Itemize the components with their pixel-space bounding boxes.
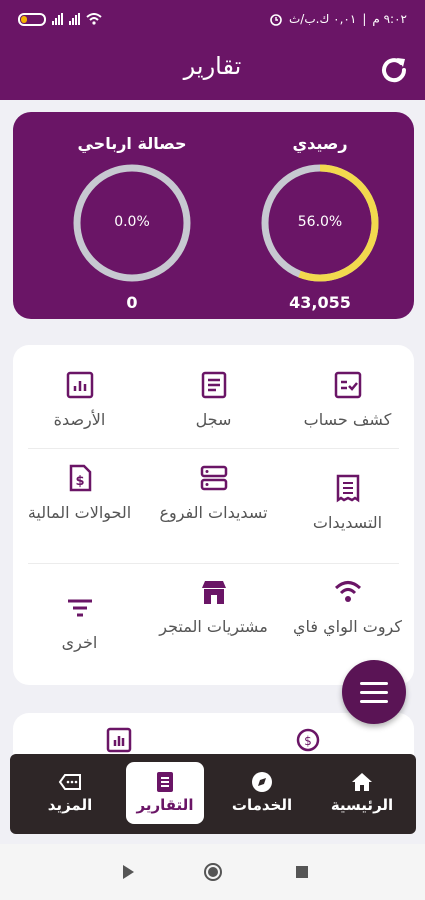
status-right: ٠,٠١ ك.ب/ث | ٩:٠٢ م — [269, 12, 407, 26]
chart-icon — [66, 371, 93, 399]
menu-item-label: اخرى — [61, 633, 98, 652]
menu-item-label: تسديدات الفروع — [159, 503, 268, 522]
profit-stat[interactable]: حصالة ارباحي 0.0% 0 — [57, 112, 207, 312]
app-bar: تقارير — [0, 38, 425, 100]
menu-item-label: كروت الواي فاي — [292, 617, 402, 636]
compass-icon — [252, 772, 272, 792]
nav-more-label: المزيد — [47, 796, 93, 814]
menu-item-payments[interactable]: التسديدات — [281, 473, 414, 533]
menu-item-money-transfers[interactable]: $ الحوالات المالية — [13, 463, 146, 523]
filter-icon — [67, 599, 92, 617]
nav-home[interactable]: الرئيسية — [318, 762, 406, 824]
profit-value: 0 — [126, 293, 138, 312]
balance-stat[interactable]: رصيدي 56.0% 43,055 — [245, 112, 395, 312]
menu-item-wifi-cards[interactable]: كروت الواي فاي — [281, 577, 414, 637]
server-icon — [200, 465, 227, 491]
balance-ring: 56.0% — [258, 161, 382, 285]
chart-icon — [106, 727, 132, 753]
row-divider — [28, 448, 399, 449]
checklist-icon — [334, 371, 361, 399]
menu-item-other[interactable]: اخرى — [13, 593, 146, 653]
signal-icon — [52, 13, 63, 25]
page-title: تقارير — [183, 52, 242, 80]
signal-icon — [69, 13, 80, 25]
svg-text:$: $ — [75, 474, 84, 489]
profit-label: حصالة ارباحي — [77, 134, 187, 153]
menu-item-store-purchases[interactable]: مشتريات المتجر — [147, 577, 280, 637]
nav-home-label: الرئيسية — [330, 796, 394, 814]
nav-services-label: الخدمات — [231, 796, 293, 814]
menu-item-label: كشف حساب — [303, 410, 392, 429]
svg-text:$: $ — [304, 734, 312, 748]
home-button-icon[interactable] — [203, 862, 223, 882]
document-icon — [201, 371, 226, 399]
nav-reports-label: التقارير — [136, 796, 194, 814]
alarm-icon — [270, 14, 282, 26]
menu-item-branch-payments[interactable]: تسديدات الفروع — [147, 463, 280, 523]
menu-item-label: الأرصدة — [53, 410, 106, 429]
balance-label: رصيدي — [292, 134, 348, 153]
coin-icon: $ — [296, 728, 320, 752]
balance-percent: 56.0% — [297, 214, 343, 230]
menu-item-label: سجل — [195, 410, 232, 429]
bottom-nav: الرئيسية الخدمات التقارير المزيد — [10, 754, 416, 834]
nav-more[interactable]: المزيد — [26, 762, 114, 824]
menu-item-account-statement[interactable]: كشف حساب — [281, 370, 414, 430]
battery-icon — [18, 12, 46, 26]
menu-item-label: الحوالات المالية — [27, 503, 132, 522]
report-icon — [157, 772, 173, 792]
refresh-icon[interactable] — [379, 54, 409, 84]
clock: ٩:٠٢ م — [372, 12, 407, 26]
home-icon — [352, 773, 372, 791]
more-icon — [58, 774, 81, 790]
menu-item-log[interactable]: سجل — [147, 370, 280, 430]
row-divider — [28, 563, 399, 564]
system-nav-bar — [0, 844, 425, 900]
back-icon[interactable] — [118, 862, 138, 882]
menu-item-label: التسديدات — [312, 513, 383, 532]
wifi-status-icon — [86, 13, 102, 25]
profit-ring: 0.0% — [70, 161, 194, 285]
status-bar: ٠,٠١ ك.ب/ث | ٩:٠٢ م — [0, 0, 425, 38]
balance-value: 43,055 — [289, 293, 351, 312]
reports-menu: كشف حساب سجل الأرصدة التسديدات تسديدات ا… — [13, 345, 414, 685]
receipt-icon — [336, 474, 359, 503]
menu-item-label: مشتريات المتجر — [159, 617, 268, 636]
status-icons — [18, 12, 102, 26]
recents-icon[interactable] — [292, 862, 312, 882]
stats-card: حصالة ارباحي 0.0% 0 رصيدي 56.0% 43,055 — [13, 112, 414, 319]
wifi-icon — [334, 581, 361, 602]
menu-fab-button[interactable] — [342, 660, 406, 724]
data-speed: ٠,٠١ ك.ب/ث — [289, 12, 357, 26]
profit-percent: 0.0% — [114, 214, 150, 230]
menu-item-balances[interactable]: الأرصدة — [13, 370, 146, 430]
nav-services[interactable]: الخدمات — [218, 762, 306, 824]
store-icon — [201, 581, 226, 604]
money-file-icon: $ — [69, 464, 91, 492]
nav-reports[interactable]: التقارير — [126, 762, 204, 824]
